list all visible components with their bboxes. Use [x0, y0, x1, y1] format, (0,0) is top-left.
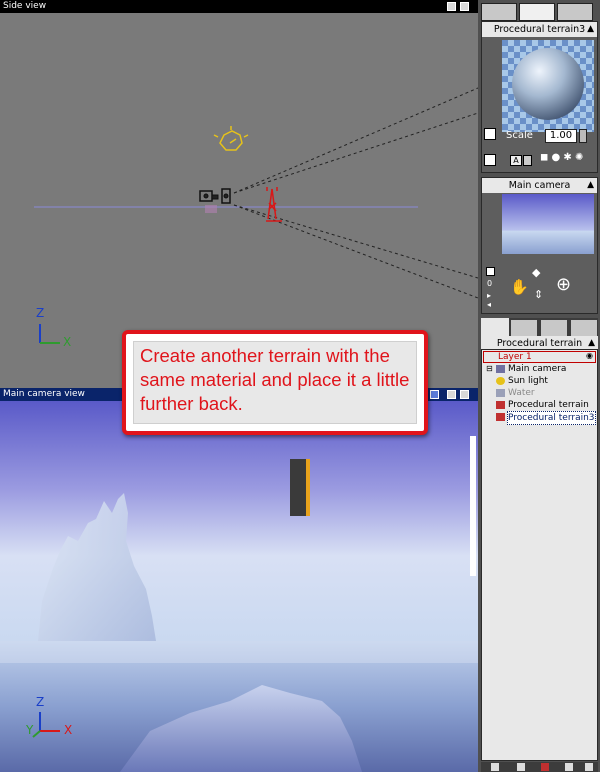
- camera-preview: [502, 194, 594, 254]
- mode-letter-button[interactable]: A: [510, 155, 522, 166]
- axis-x-label: X: [63, 335, 72, 349]
- camera-panel-header: Main camera ▲: [482, 178, 597, 193]
- world-browser-tabs: [481, 318, 598, 338]
- pan-hand-icon[interactable]: ✋: [510, 278, 529, 296]
- tree-item-water[interactable]: Water: [482, 387, 597, 399]
- side-view-titlebar: Side view: [0, 0, 478, 13]
- world-browser-title: Procedural terrain: [496, 338, 583, 349]
- cam-axis-z-label: Z: [36, 695, 45, 709]
- rotate-camera-icon[interactable]: ⊕: [556, 274, 571, 295]
- camera-panel-title: Main camera: [508, 180, 571, 191]
- camera-icon: [496, 365, 505, 373]
- right-panel: Procedural terrain3 ▲ Scale 1.00 A ◼ ● ✱…: [478, 0, 600, 772]
- terrain-marker-icon[interactable]: [266, 187, 282, 222]
- scale-input[interactable]: 1.00: [545, 129, 577, 143]
- fog-band: [0, 641, 478, 663]
- checker-toggle-icon[interactable]: [484, 128, 496, 140]
- camera-panel: Main camera ▲ 0 ▸ ◂ ✋ ◆ ⇕ ⊕: [481, 177, 598, 314]
- material-preview-sphere[interactable]: [502, 40, 594, 132]
- side-view-title: Side view: [3, 1, 47, 11]
- callout-text: Create another terrain with the same mat…: [140, 345, 410, 414]
- tree-item-procedural-terrain3[interactable]: Procedural terrain3: [482, 411, 597, 425]
- axis-z-label: Z: [36, 306, 45, 320]
- tree-item-sun-light[interactable]: Sun light: [482, 375, 597, 387]
- tab-materials-icon[interactable]: [511, 320, 537, 336]
- distant-terrain-selection-edge: [306, 459, 310, 516]
- play-icon[interactable]: [430, 390, 439, 399]
- tree-item-procedural-terrain[interactable]: Procedural terrain: [482, 399, 597, 411]
- camera-counter: 0: [487, 279, 493, 288]
- collapse-arrow-icon[interactable]: ▲: [587, 178, 594, 193]
- expand-icon[interactable]: ⊟: [486, 363, 493, 375]
- callout-body: Create another terrain with the same mat…: [133, 341, 417, 424]
- collapse-arrow-icon[interactable]: ▲: [587, 22, 594, 37]
- viewport-scrollbar[interactable]: [470, 436, 476, 576]
- object-tree: Layer 1 ◉ ⊟ Main camera Sun light Water …: [481, 349, 598, 761]
- scale-label: Scale: [506, 130, 533, 141]
- scale-stepper[interactable]: [579, 129, 587, 143]
- tree-item-main-camera[interactable]: ⊟ Main camera: [482, 363, 597, 375]
- mode-dropdown-icon[interactable]: [523, 155, 532, 166]
- camera-frustum: [233, 87, 478, 299]
- tree-item-layer[interactable]: Layer 1 ◉: [483, 351, 596, 363]
- options-icon[interactable]: [585, 763, 593, 771]
- cam-axis-x-label: X: [64, 723, 73, 737]
- tab-links-icon[interactable]: [571, 320, 597, 336]
- sun-light-icon[interactable]: [213, 126, 249, 151]
- refresh-icon[interactable]: [484, 154, 496, 166]
- distant-terrain-object[interactable]: [290, 459, 308, 516]
- terrain-add-icon[interactable]: [541, 763, 549, 771]
- viewport-options-icon[interactable]: [447, 390, 456, 399]
- next-camera-icon[interactable]: ▸: [487, 291, 491, 300]
- world-browser-toolbar: [481, 762, 598, 772]
- instruction-callout: Create another terrain with the same mat…: [122, 330, 428, 435]
- camera-object-icon[interactable]: [199, 188, 231, 213]
- maximize-view-icon[interactable]: [460, 2, 469, 11]
- prev-camera-icon[interactable]: ◂: [487, 300, 491, 309]
- tab-objects-icon[interactable]: [481, 318, 509, 338]
- terrain-icon: [496, 413, 505, 421]
- material-panel: Procedural terrain3 ▲ Scale 1.00 A ◼ ● ✱…: [481, 21, 598, 173]
- material-panel-title: Procedural terrain3: [493, 24, 586, 35]
- camera-move-down-icon[interactable]: ⇕: [534, 288, 543, 301]
- material-panel-header: Procedural terrain3 ▲: [482, 22, 597, 37]
- delete-icon[interactable]: [517, 763, 525, 771]
- new-layer-icon[interactable]: [491, 763, 499, 771]
- tab-render-icon[interactable]: [557, 3, 593, 21]
- tab-textures-icon[interactable]: [541, 320, 567, 336]
- maximize-view-icon[interactable]: [460, 390, 469, 399]
- rendered-scene[interactable]: [0, 401, 478, 772]
- axis-gizmo: [39, 324, 60, 344]
- viewport-options-icon[interactable]: [447, 2, 456, 11]
- cam-axis-y-label: Y: [26, 723, 34, 737]
- eye-visibility-icon[interactable]: ◉: [586, 351, 593, 361]
- water-icon: [496, 389, 505, 397]
- render-quality-icons[interactable]: ◼ ● ✱ ✺: [540, 152, 583, 163]
- tab-material-icon[interactable]: [481, 3, 517, 21]
- sun-icon: [496, 377, 505, 385]
- tab-terrain-icon[interactable]: [519, 3, 555, 21]
- camera-move-up-icon[interactable]: ◆: [532, 266, 540, 279]
- main-camera-viewport[interactable]: Main camera view Z Y X: [0, 388, 478, 772]
- camera-view-title: Main camera view: [3, 389, 85, 399]
- group-icon[interactable]: [565, 763, 573, 771]
- save-camera-icon[interactable]: [486, 267, 495, 276]
- terrain-icon: [496, 401, 505, 409]
